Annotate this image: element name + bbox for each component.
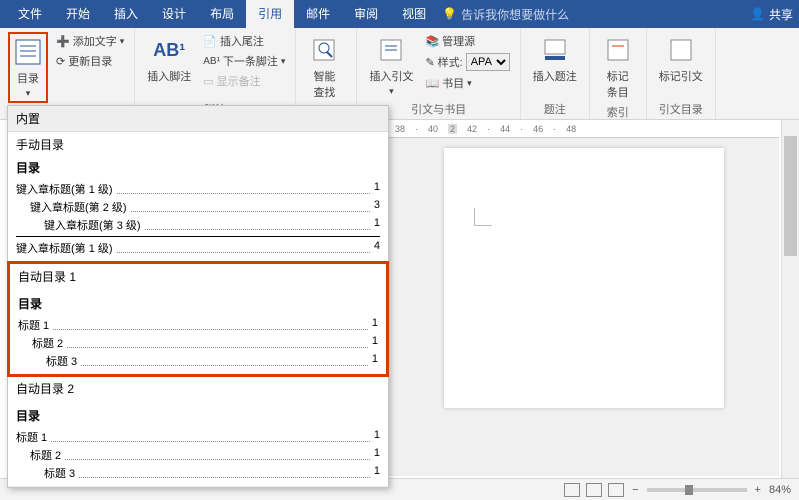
citation-label: 插入引文 — [369, 68, 413, 84]
margin-corner-icon — [474, 208, 492, 226]
auto2-header: 自动目录 2 — [16, 380, 380, 397]
footnote-icon: AB¹ — [153, 34, 185, 66]
endnote-icon: 📄 — [203, 35, 217, 48]
auto1-title: 目录 — [18, 295, 378, 312]
tab-review[interactable]: 审阅 — [342, 0, 390, 28]
horizontal-ruler[interactable]: 38·40242·44·46·48 — [389, 120, 779, 138]
document-page[interactable] — [444, 148, 724, 408]
smart-label: 智能 查找 — [313, 68, 335, 100]
add-text-button[interactable]: ➕添加文字▾ — [54, 32, 126, 50]
smart-lookup-icon — [308, 34, 340, 66]
group-toa: 标记引文 引文目录 — [647, 28, 716, 119]
show-notes-button: ▭显示备注 — [201, 72, 287, 90]
view-mode-buttons — [564, 483, 624, 497]
tab-layout[interactable]: 布局 — [198, 0, 246, 28]
toa-label: 标记引文 — [659, 68, 703, 84]
index-label: 标记 条目 — [607, 68, 629, 100]
add-text-icon: ➕ — [56, 35, 70, 48]
show-notes-icon: ▭ — [203, 75, 213, 88]
chevron-down-icon: ▾ — [26, 88, 31, 99]
tab-insert[interactable]: 插入 — [102, 0, 150, 28]
tab-view[interactable]: 视图 — [390, 0, 438, 28]
index-icon — [602, 34, 634, 66]
tab-file[interactable]: 文件 — [6, 0, 54, 28]
manage-icon: 📚 — [425, 35, 439, 48]
manual-title: 目录 — [16, 159, 380, 176]
document-area: 38·40242·44·46·48 — [389, 120, 779, 476]
manual-header: 手动目录 — [16, 136, 380, 153]
group-label-index: 索引 — [598, 102, 638, 120]
caption-label: 插入题注 — [533, 68, 577, 84]
caption-icon — [539, 34, 571, 66]
toc-gallery-dropdown: 内置 手动目录 目录 键入章标题(第 1 级)1 键入章标题(第 2 级)3 键… — [7, 105, 389, 488]
read-mode-icon[interactable] — [564, 483, 580, 497]
manage-sources-button[interactable]: 📚管理源 — [423, 32, 511, 50]
citation-icon — [375, 34, 407, 66]
insert-endnote-button[interactable]: 📄插入尾注 — [201, 32, 287, 50]
share-button[interactable]: 👤共享 — [750, 6, 793, 23]
insert-footnote-button[interactable]: AB¹ 插入脚注 — [143, 32, 195, 86]
smart-lookup-button[interactable]: 智能 查找 — [304, 32, 344, 102]
auto1-header: 自动目录 1 — [18, 268, 378, 285]
tab-references[interactable]: 引用 — [246, 0, 294, 28]
next-footnote-button[interactable]: AB¹下一条脚注▾ — [201, 52, 287, 70]
zoom-out-button[interactable]: − — [632, 484, 638, 496]
style-dropdown[interactable]: APA — [466, 53, 510, 71]
group-label-toa: 引文目录 — [655, 99, 707, 117]
mark-citation-button[interactable]: 标记引文 — [655, 32, 707, 86]
builtin-header: 内置 — [8, 106, 388, 132]
mark-entry-button[interactable]: 标记 条目 — [598, 32, 638, 102]
footnote-label: 插入脚注 — [147, 68, 191, 84]
insert-caption-button[interactable]: 插入题注 — [529, 32, 581, 86]
style-icon: ✎ — [425, 56, 434, 69]
update-icon: ⟳ — [56, 55, 65, 68]
scrollbar-thumb[interactable] — [784, 136, 797, 256]
style-select[interactable]: ✎样式: APA — [423, 52, 511, 72]
vertical-scrollbar[interactable] — [781, 120, 799, 478]
zoom-level[interactable]: 84% — [769, 484, 791, 496]
web-layout-icon[interactable] — [608, 483, 624, 497]
bulb-icon: 💡 — [442, 7, 457, 21]
manual-toc-option[interactable]: 手动目录 目录 键入章标题(第 1 级)1 键入章标题(第 2 级)3 键入章标… — [8, 132, 388, 262]
auto-toc-1-option[interactable]: 自动目录 1 目录 标题 11 标题 21 标题 31 — [7, 261, 389, 377]
group-index: 标记 条目 索引 — [590, 28, 647, 119]
toa-icon — [665, 34, 697, 66]
ruler-mark: 38 — [395, 124, 405, 134]
auto2-title: 目录 — [16, 407, 380, 424]
group-caption: 插入题注 题注 — [521, 28, 590, 119]
toc-label: 目录 — [17, 70, 39, 86]
zoom-in-button[interactable]: + — [755, 484, 761, 496]
toc-button[interactable]: 目录 ▾ — [8, 32, 48, 103]
biblio-icon: 📖 — [425, 77, 439, 90]
menu-bar: 文件 开始 插入 设计 布局 引用 邮件 审阅 视图 💡告诉我你想要做什么 👤共… — [0, 0, 799, 28]
group-label-caption: 题注 — [529, 99, 581, 117]
toc-icon — [12, 36, 44, 68]
tab-home[interactable]: 开始 — [54, 0, 102, 28]
ab-small-icon: AB¹ — [203, 56, 220, 67]
print-layout-icon[interactable] — [586, 483, 602, 497]
insert-citation-button[interactable]: 插入引文▾ — [365, 32, 417, 99]
update-toc-button[interactable]: ⟳更新目录 — [54, 52, 126, 70]
tab-mailings[interactable]: 邮件 — [294, 0, 342, 28]
bibliography-button[interactable]: 📖书目▾ — [423, 74, 511, 92]
tell-me[interactable]: 💡告诉我你想要做什么 — [442, 6, 569, 23]
share-icon: 👤 — [750, 7, 765, 21]
auto-toc-2-option[interactable]: 自动目录 2 目录 标题 11 标题 21 标题 31 — [8, 376, 388, 487]
zoom-slider[interactable] — [647, 488, 747, 492]
tab-design[interactable]: 设计 — [150, 0, 198, 28]
